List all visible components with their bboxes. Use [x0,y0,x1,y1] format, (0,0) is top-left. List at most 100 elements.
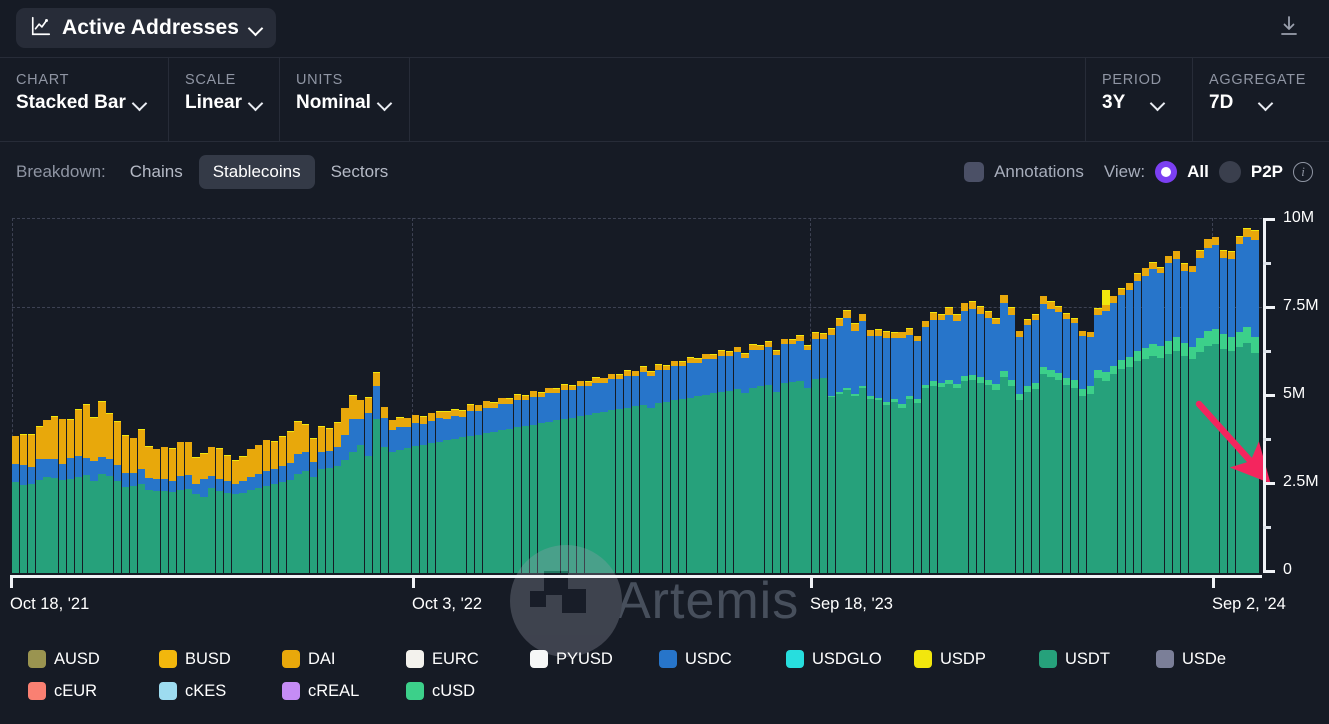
chart-bar[interactable] [98,218,105,573]
chart-bar[interactable] [67,218,74,573]
chart-bar[interactable] [977,218,984,573]
chart-bar[interactable] [185,218,192,573]
chart-bar[interactable] [702,218,709,573]
chart-bar[interactable] [1236,218,1243,573]
chart-bar[interactable] [75,218,82,573]
chart-bar[interactable] [443,218,450,573]
chart-bar[interactable] [90,218,97,573]
chart-bar[interactable] [647,218,654,573]
chart-bar[interactable] [1228,218,1235,573]
chart-bar[interactable] [138,218,145,573]
period-control[interactable]: PERIOD 3Y [1085,58,1192,141]
chart-bar[interactable] [640,218,647,573]
chart-bar[interactable] [1126,218,1133,573]
legend-item[interactable]: cKES [159,682,226,701]
chart-bar[interactable] [953,218,960,573]
chart-bar[interactable] [843,218,850,573]
chart-bar[interactable] [585,218,592,573]
chart-bar[interactable] [553,218,560,573]
chart-bar[interactable] [130,218,137,573]
legend-item[interactable]: USDC [659,650,732,669]
metric-selector[interactable]: Active Addresses [16,8,276,48]
chart-bar[interactable] [883,218,890,573]
chart-bar[interactable] [506,218,513,573]
chart-bar[interactable] [1024,218,1031,573]
legend-item[interactable]: cUSD [406,682,475,701]
chart-bar[interactable] [122,218,129,573]
chart-bar[interactable] [922,218,929,573]
chart-bar[interactable] [365,218,372,573]
chart-bar[interactable] [938,218,945,573]
chart-bar[interactable] [287,218,294,573]
chart-bar[interactable] [1094,218,1101,573]
legend-item[interactable]: PYUSD [530,650,613,669]
chart-bar[interactable] [522,218,529,573]
chart-bar[interactable] [83,218,90,573]
chart-bar[interactable] [781,218,788,573]
chart-bar[interactable] [812,218,819,573]
chart-bar[interactable] [828,218,835,573]
chart-bar[interactable] [898,218,905,573]
chart-bar[interactable] [906,218,913,573]
chart-bar[interactable] [820,218,827,573]
chart-bar[interactable] [1165,218,1172,573]
chart-bar[interactable] [310,218,317,573]
chart-bar[interactable] [451,218,458,573]
chart-bar[interactable] [671,218,678,573]
chart-bar[interactable] [279,218,286,573]
legend-item[interactable]: USDP [914,650,986,669]
chart-bar[interactable] [436,218,443,573]
legend-item[interactable]: USDe [1156,650,1226,669]
chart-bar[interactable] [153,218,160,573]
chart-bar[interactable] [302,218,309,573]
legend-item[interactable]: BUSD [159,650,231,669]
chart-bar[interactable] [1142,218,1149,573]
chart-bar[interactable] [43,218,50,573]
chart-bar[interactable] [969,218,976,573]
legend-item[interactable]: cREAL [282,682,359,701]
chart-bar[interactable] [420,218,427,573]
chart-bar[interactable] [381,218,388,573]
chart-bar[interactable] [294,218,301,573]
chart-bar[interactable] [1008,218,1015,573]
chart-bar[interactable] [1110,218,1117,573]
chart-bar[interactable] [891,218,898,573]
chart-bar[interactable] [789,218,796,573]
chart-bar[interactable] [945,218,952,573]
chart-bar[interactable] [600,218,607,573]
chart-bar[interactable] [59,218,66,573]
aggregate-control[interactable]: AGGREGATE 7D [1192,58,1329,141]
chart-bar[interactable] [577,218,584,573]
chart-bar[interactable] [757,218,764,573]
chart-bar[interactable] [1047,218,1054,573]
legend-item[interactable]: DAI [282,650,336,669]
chart-bar[interactable] [161,218,168,573]
legend-item[interactable]: AUSD [28,650,100,669]
plot-region[interactable] [12,218,1262,573]
chart-bar[interactable] [741,218,748,573]
chart-bar[interactable] [239,218,246,573]
chart-bar[interactable] [773,218,780,573]
legend-item[interactable]: USDT [1039,650,1110,669]
chart-bar[interactable] [765,218,772,573]
chart-bar[interactable] [12,218,19,573]
chart-bar[interactable] [412,218,419,573]
chart-bar[interactable] [224,218,231,573]
chart-bar[interactable] [710,218,717,573]
chart-bar[interactable] [796,218,803,573]
view-radio-all[interactable] [1155,161,1177,183]
chart-bar[interactable] [1055,218,1062,573]
chart-bar[interactable] [483,218,490,573]
chart-bar[interactable] [1000,218,1007,573]
chart-bar[interactable] [169,218,176,573]
chart-bar[interactable] [1040,218,1047,573]
chart-bar[interactable] [930,218,937,573]
chart-bar[interactable] [961,218,968,573]
chart-bar[interactable] [389,218,396,573]
chart-bar[interactable] [1212,218,1219,573]
chart-bar[interactable] [475,218,482,573]
chart-bar[interactable] [663,218,670,573]
chart-bar[interactable] [145,218,152,573]
chart-bar[interactable] [530,218,537,573]
legend-item[interactable]: USDGLO [786,650,882,669]
